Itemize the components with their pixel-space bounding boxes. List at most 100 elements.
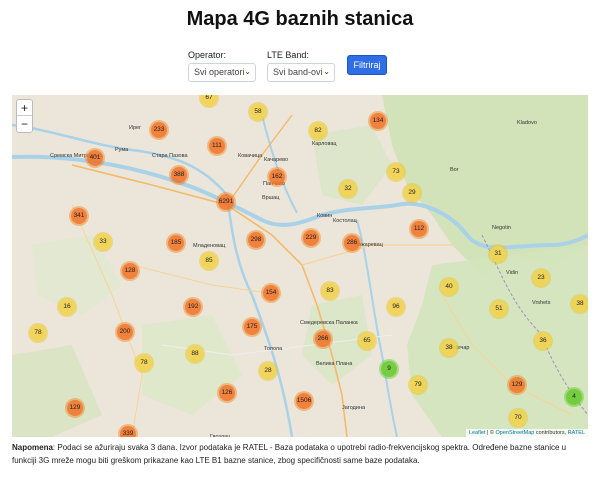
cluster-count: 38 bbox=[441, 340, 457, 356]
marker-cluster[interactable]: 4 bbox=[564, 387, 584, 407]
marker-cluster[interactable]: 96 bbox=[386, 297, 406, 317]
marker-cluster[interactable]: 341 bbox=[69, 206, 89, 226]
marker-cluster[interactable]: 88 bbox=[185, 344, 205, 364]
marker-cluster[interactable]: 162 bbox=[267, 167, 287, 187]
marker-cluster[interactable]: 70 bbox=[508, 408, 528, 428]
marker-cluster[interactable]: 6291 bbox=[216, 192, 236, 212]
cluster-count: 229 bbox=[303, 230, 319, 246]
marker-cluster[interactable]: 65 bbox=[357, 331, 377, 351]
marker-cluster[interactable]: 28 bbox=[258, 361, 278, 381]
marker-cluster[interactable]: 401 bbox=[85, 148, 105, 168]
zoom-control: + − bbox=[16, 99, 33, 133]
marker-cluster[interactable]: 286 bbox=[342, 233, 362, 253]
marker-cluster[interactable]: 31 bbox=[488, 244, 508, 264]
place-label: Младеновац bbox=[193, 243, 226, 249]
cluster-count: 9 bbox=[381, 361, 397, 377]
cluster-count: 70 bbox=[510, 410, 526, 426]
marker-cluster[interactable]: 129 bbox=[507, 375, 527, 395]
place-label: Карловац bbox=[312, 141, 337, 147]
cluster-count: 154 bbox=[263, 285, 279, 301]
note-body: : Podaci se ažuriraju svaka 3 dana. Izvo… bbox=[12, 443, 567, 465]
zoom-out-button[interactable]: − bbox=[17, 116, 32, 132]
marker-cluster[interactable]: 23 bbox=[531, 268, 551, 288]
marker-cluster[interactable]: 298 bbox=[246, 230, 266, 250]
marker-cluster[interactable]: 58 bbox=[248, 102, 268, 122]
marker-cluster[interactable]: 79 bbox=[408, 375, 428, 395]
operator-select[interactable]: Svi operatori ⌄ bbox=[188, 63, 256, 82]
leaflet-link[interactable]: Leaflet bbox=[469, 430, 486, 436]
marker-cluster[interactable]: 85 bbox=[199, 251, 219, 271]
zoom-in-button[interactable]: + bbox=[17, 100, 32, 116]
marker-cluster[interactable]: 83 bbox=[320, 281, 340, 301]
marker-cluster[interactable]: 111 bbox=[207, 136, 227, 156]
place-label: Велика Плана bbox=[316, 361, 353, 367]
band-filter: LTE Band: Svi band-ovi ⌄ bbox=[267, 50, 335, 82]
marker-cluster[interactable]: 229 bbox=[301, 228, 321, 248]
chevron-down-icon: ⌄ bbox=[323, 67, 330, 76]
marker-cluster[interactable]: 112 bbox=[409, 219, 429, 239]
marker-cluster[interactable]: 266 bbox=[313, 329, 333, 349]
cluster-count: 96 bbox=[388, 299, 404, 315]
place-label: Vrshets bbox=[532, 300, 551, 306]
map-view[interactable]: + − Ирег Рума Сремска Митровица Стара Пазов… bbox=[12, 95, 588, 437]
marker-cluster[interactable]: 78 bbox=[28, 323, 48, 343]
band-select-value: Svi band-ovi bbox=[273, 67, 323, 77]
marker-cluster[interactable]: 36 bbox=[533, 331, 553, 351]
cluster-count: 85 bbox=[201, 253, 217, 269]
marker-cluster[interactable]: 134 bbox=[368, 111, 388, 131]
osm-link[interactable]: OpenStreetMap bbox=[496, 430, 535, 436]
marker-cluster[interactable]: 51 bbox=[489, 299, 509, 319]
attribution-text: contributors, bbox=[534, 430, 568, 436]
cluster-count: 175 bbox=[244, 319, 260, 335]
cluster-count: 129 bbox=[509, 377, 525, 393]
cluster-count: 31 bbox=[490, 246, 506, 262]
place-label: Топола bbox=[264, 346, 283, 352]
cluster-count: 67 bbox=[201, 95, 217, 106]
cluster-count: 79 bbox=[410, 377, 426, 393]
marker-cluster[interactable]: 1506 bbox=[294, 391, 314, 411]
cluster-count: 298 bbox=[248, 232, 264, 248]
cluster-count: 88 bbox=[187, 346, 203, 362]
place-label: Јагодина bbox=[342, 405, 366, 411]
marker-cluster[interactable]: 233 bbox=[149, 120, 169, 140]
operator-filter: Operator: Svi operatori ⌄ bbox=[188, 50, 256, 82]
cluster-count: 78 bbox=[136, 355, 152, 371]
band-select[interactable]: Svi band-ovi ⌄ bbox=[267, 63, 335, 82]
marker-cluster[interactable]: 192 bbox=[183, 297, 203, 317]
marker-cluster[interactable]: 175 bbox=[242, 317, 262, 337]
marker-cluster[interactable]: 73 bbox=[386, 162, 406, 182]
marker-cluster[interactable]: 29 bbox=[402, 183, 422, 203]
marker-cluster[interactable]: 16 bbox=[57, 297, 77, 317]
marker-cluster[interactable]: 200 bbox=[115, 322, 135, 342]
ratel-link[interactable]: RATEL bbox=[568, 430, 585, 436]
marker-cluster[interactable]: 128 bbox=[120, 261, 140, 281]
marker-cluster[interactable]: 38 bbox=[570, 294, 588, 314]
marker-cluster[interactable]: 126 bbox=[217, 383, 237, 403]
cluster-count: 162 bbox=[269, 169, 285, 185]
place-label: Гвоздац bbox=[210, 434, 231, 437]
cluster-count: 111 bbox=[209, 138, 225, 154]
map-tiles bbox=[12, 95, 588, 437]
place-label: Ковачица bbox=[238, 153, 263, 159]
operator-label: Operator: bbox=[188, 50, 227, 60]
place-label: Костолац bbox=[333, 218, 357, 224]
filter-button[interactable]: Filtriraj bbox=[347, 55, 387, 75]
cluster-count: 83 bbox=[322, 283, 338, 299]
cluster-count: 1506 bbox=[296, 393, 312, 409]
cluster-count: 233 bbox=[151, 122, 167, 138]
marker-cluster[interactable]: 154 bbox=[261, 283, 281, 303]
marker-cluster[interactable]: 82 bbox=[308, 121, 328, 141]
marker-cluster[interactable]: 40 bbox=[439, 277, 459, 297]
cluster-count: 36 bbox=[535, 333, 551, 349]
marker-cluster[interactable]: 185 bbox=[166, 233, 186, 253]
marker-cluster[interactable]: 38 bbox=[439, 338, 459, 358]
marker-cluster[interactable]: 339 bbox=[118, 424, 138, 437]
marker-cluster[interactable]: 78 bbox=[134, 353, 154, 373]
marker-cluster[interactable]: 388 bbox=[169, 165, 189, 185]
marker-cluster[interactable]: 9 bbox=[379, 359, 399, 379]
marker-cluster[interactable]: 129 bbox=[65, 398, 85, 418]
marker-cluster[interactable]: 33 bbox=[93, 232, 113, 252]
marker-cluster[interactable]: 32 bbox=[338, 179, 358, 199]
cluster-count: 78 bbox=[30, 325, 46, 341]
cluster-count: 200 bbox=[117, 324, 133, 340]
